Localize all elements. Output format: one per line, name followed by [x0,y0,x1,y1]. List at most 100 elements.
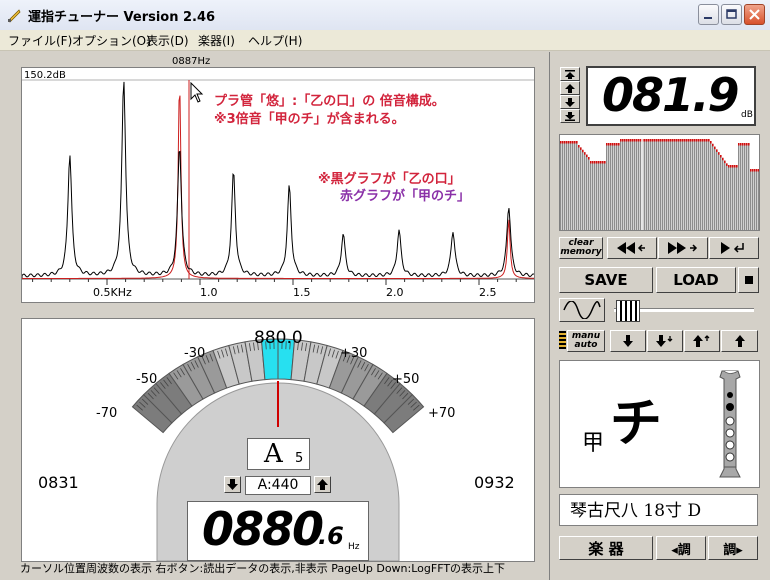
level-bar [690,139,692,230]
level-bar [754,169,756,230]
level-peak-mark [720,155,722,158]
level-bar [630,139,632,230]
waveform-button[interactable] [559,298,605,322]
scroll-up-button[interactable] [560,81,580,95]
level-peak-mark [704,139,706,142]
menu-view[interactable]: 表示(D) [146,32,189,49]
level-bar [742,143,744,230]
close-button[interactable] [744,4,765,25]
instrument-button[interactable]: 楽 器 [559,536,653,560]
slider-thumb[interactable] [616,300,640,322]
level-bar [674,139,676,230]
save-button[interactable]: SAVE [559,267,653,293]
level-bar [594,161,596,230]
scale-label-plus70: +70 [428,406,456,421]
level-bar [682,139,684,230]
close-icon [749,9,760,20]
fast-forward-button[interactable] [658,237,708,259]
level-peak-mark [628,139,630,142]
minimize-button[interactable] [698,4,719,25]
level-bar [734,165,736,230]
level-bar [638,139,640,230]
rewind-button[interactable] [607,237,657,259]
maximize-button[interactable] [721,4,742,25]
semitone-up-button[interactable] [684,330,720,352]
scroll-bottom-button[interactable] [560,109,580,123]
level-peak-mark [646,139,648,142]
level-bar [652,139,654,230]
level-bar [576,141,578,230]
level-peak-mark [590,161,592,164]
level-bar [704,139,706,230]
level-history-graph [559,134,760,231]
level-bar [620,139,622,230]
level-peak-mark [606,143,608,146]
level-bar [698,139,700,230]
clear-memory-button[interactable]: clear memory [559,237,603,259]
level-peak-mark [718,152,720,155]
shakuhachi-diagram-icon [719,370,741,478]
tuner-panel: 880.0 -30 -50 -70 +30 +50 +70 0831 0932 … [21,318,535,562]
level-peak-mark [702,139,704,142]
level-bar [712,143,714,230]
reference-down-button[interactable] [224,476,241,493]
spectrum-graph[interactable]: 150.2dB 0.5KHz 1.0 1.5 2.0 2.5 プラ管「悠」:「乙… [21,67,535,303]
scroll-down-button[interactable] [560,95,580,109]
level-peak-mark [736,165,738,168]
level-peak-mark [706,139,708,142]
level-bar [562,141,564,230]
load-button[interactable]: LOAD [656,267,736,293]
scale-label-minus50: -50 [136,372,158,387]
octave-down-button[interactable] [610,330,646,352]
menu-help[interactable]: ヘルプ(H) [248,32,302,49]
level-peak-mark [744,143,746,146]
level-peak-mark [622,139,624,142]
fingering-register: 甲 [582,431,605,456]
level-peak-mark [754,169,756,172]
level-bar [560,141,562,230]
tune-down-button[interactable]: ◂調 [656,536,706,560]
level-bar [746,143,748,230]
level-bar [624,139,626,230]
arrow-up-bar-icon [565,69,575,79]
menu-file[interactable]: ファイル(F) [8,32,72,49]
level-bar [732,165,734,230]
level-bar [614,143,616,230]
minimize-icon [704,17,712,19]
reference-up-button[interactable] [314,476,331,493]
sensitivity-slider[interactable] [610,298,758,322]
level-peak-mark [584,152,586,155]
note-letter: A [264,439,283,469]
level-bar [664,139,666,230]
level-peak-mark [624,139,626,142]
level-peak-mark [600,161,602,164]
octave-up-button[interactable] [721,330,758,352]
level-bar [604,161,606,230]
level-bar [616,143,618,230]
level-peak-mark [604,161,606,164]
manual-auto-button[interactable]: manu auto [567,330,605,352]
stop-button[interactable] [738,267,759,293]
level-bar [590,161,592,230]
level-bar [582,149,584,230]
level-bar [564,141,566,230]
arrow-down-icon [623,335,633,347]
level-peak-mark [758,169,760,172]
level-peak-mark [694,139,696,142]
menu-instrument[interactable]: 楽器(I) [198,32,235,49]
play-return-button[interactable] [709,237,759,259]
menu-options[interactable]: オプション(O) [72,32,151,49]
level-peak-mark [684,139,686,142]
tune-up-button[interactable]: 調▸ [708,536,758,560]
arrow-down-small-icon [656,335,673,347]
level-peak-mark [638,139,640,142]
level-bar [678,139,680,230]
semitone-down-button[interactable] [647,330,683,352]
level-peak-mark [664,139,666,142]
level-peak-mark [750,169,752,172]
scroll-top-button[interactable] [560,67,580,81]
level-peak-mark [756,169,758,172]
level-bar [700,139,702,230]
level-bar [610,143,612,230]
level-bar [578,145,580,230]
